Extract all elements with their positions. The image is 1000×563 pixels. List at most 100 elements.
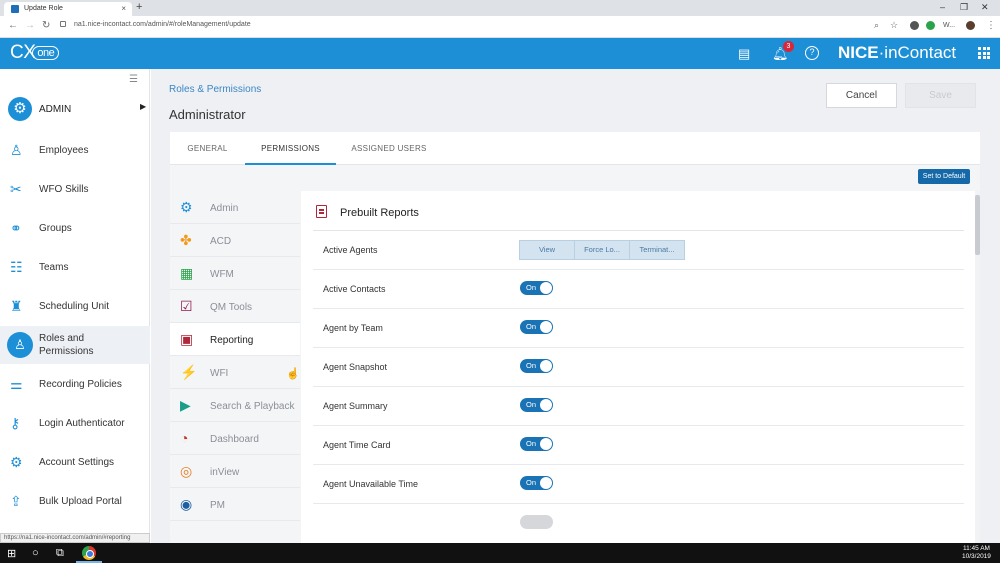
pm-icon: ◉ <box>180 496 193 512</box>
set-to-default-button[interactable]: Set to Default <box>918 169 970 184</box>
tools-icon: ✂ <box>10 181 22 197</box>
sidebar-item-label: Bulk Upload Portal <box>39 496 122 507</box>
tab-general[interactable]: GENERAL <box>170 132 245 165</box>
url-field[interactable]: na1.nice-incontact.com/admin/#/roleManag… <box>60 21 251 28</box>
sidebar-item-login-authenticator[interactable]: ⚷ Login Authenticator <box>0 404 150 443</box>
windows-start-icon[interactable]: ⊞ <box>7 547 16 560</box>
chrome-icon[interactable] <box>82 546 96 560</box>
back-icon[interactable]: ← <box>8 20 18 31</box>
category-wfi[interactable]: ⚡ WFI <box>170 356 300 389</box>
star-icon[interactable]: ☆ <box>890 20 898 31</box>
permission-toggle[interactable]: On <box>520 437 553 451</box>
force-logout-option-button[interactable]: Force Lo... <box>574 240 630 260</box>
label-line: Permissions <box>39 346 94 357</box>
category-acd[interactable]: ✤ ACD <box>170 224 300 257</box>
cancel-button[interactable]: Cancel <box>826 83 897 108</box>
permission-toggle[interactable] <box>520 515 553 529</box>
sidebar-admin-section[interactable]: ⚙ ADMIN ▶ <box>0 90 150 130</box>
category-list: ⚙ Admin ✤ ACD ▦ WFM ☑ QM Tools ▣ Reporti… <box>170 191 300 543</box>
reporting-icon: ▣ <box>180 331 194 347</box>
help-icon[interactable]: ? <box>805 46 819 60</box>
monitor-icon[interactable]: ▤ <box>738 46 750 62</box>
tab-title: Update Role <box>24 5 63 12</box>
logo-sub: one <box>32 45 60 60</box>
breadcrumb[interactable]: Roles & Permissions <box>169 84 261 95</box>
category-dashboard[interactable]: ◔ Dashboard <box>170 422 300 455</box>
profile-avatar[interactable] <box>966 21 975 30</box>
url-text: na1.nice-incontact.com/admin/#/roleManag… <box>74 21 251 28</box>
search-circle-icon[interactable]: ○ <box>32 547 39 559</box>
sidebar-item-label: Roles and Permissions <box>39 332 93 358</box>
sidebar-item-roles-and-permissions[interactable]: ♙ Roles and Permissions <box>0 326 150 364</box>
permission-segmented-control: View Force Lo... Terminat... <box>519 240 685 260</box>
wfi-icon: ⚡ <box>180 364 198 380</box>
permission-toggle[interactable]: On <box>520 359 553 373</box>
apps-grid-icon[interactable] <box>978 47 990 59</box>
permission-row-agent-unavailable-time: Agent Unavailable Time On <box>313 465 964 504</box>
admin-gear-icon: ⚙ <box>8 97 32 121</box>
category-admin[interactable]: ⚙ Admin <box>170 191 300 224</box>
new-tab-button[interactable]: + <box>136 1 142 13</box>
close-window-icon[interactable]: ✕ <box>981 2 989 13</box>
key-icon: ⚷ <box>10 415 21 431</box>
category-pm[interactable]: ◉ PM <box>170 488 300 521</box>
permission-row-agent-summary: Agent Summary On <box>313 387 964 426</box>
permission-toggle[interactable]: On <box>520 320 553 334</box>
tab-close-icon[interactable]: × <box>121 4 126 13</box>
collapse-sidebar-icon[interactable]: ☰ <box>129 74 138 85</box>
sidebar-item-label: Employees <box>39 145 89 156</box>
chevron-right-icon: ▶ <box>140 102 147 111</box>
category-label: WFM <box>210 269 234 280</box>
sidebar-item-scheduling-unit[interactable]: ♜ Scheduling Unit <box>0 287 150 326</box>
sidebar-item-bulk-upload-portal[interactable]: ⇪ Bulk Upload Portal <box>0 482 150 521</box>
profile-label: W... <box>943 22 956 29</box>
scrollbar-thumb[interactable] <box>975 195 980 255</box>
zoom-icon[interactable]: ⌕ <box>874 20 879 31</box>
sidebar-item-recording-policies[interactable]: ⚌ Recording Policies <box>0 365 150 404</box>
sidebar-item-account-settings[interactable]: ⚙ Account Settings <box>0 443 150 482</box>
sidebar-item-teams[interactable]: ☷ Teams <box>0 248 150 287</box>
category-inview[interactable]: ◎ inView <box>170 455 300 488</box>
prebuilt-reports-panel: Prebuilt Reports Active Agents View Forc… <box>301 191 980 543</box>
scheduling-icon: ♜ <box>10 298 23 314</box>
extension-icon[interactable] <box>926 21 935 30</box>
permission-toggle[interactable]: On <box>520 398 553 412</box>
task-view-icon[interactable]: ⧉ <box>56 547 64 560</box>
tab-assigned-users[interactable]: ASSIGNED USERS <box>336 132 442 165</box>
sidebar-item-wfo-skills[interactable]: ✂ WFO Skills <box>0 170 150 209</box>
toggle-knob <box>540 360 552 372</box>
forward-icon[interactable]: → <box>25 20 35 31</box>
save-button[interactable]: Save <box>905 83 976 108</box>
sidebar-item-label: Scheduling Unit <box>39 301 110 312</box>
terminate-option-button[interactable]: Terminat... <box>629 240 685 260</box>
maximize-icon[interactable]: ❐ <box>960 2 968 13</box>
sidebar-item-groups[interactable]: ⚭ Groups <box>0 209 150 248</box>
permission-row-agent-by-team: Agent by Team On <box>313 309 964 348</box>
category-reporting[interactable]: ▣ Reporting <box>170 323 300 356</box>
permission-row-agent-time-card: Agent Time Card On <box>313 426 964 465</box>
tab-bar: GENERAL PERMISSIONS ASSIGNED USERS <box>170 132 980 165</box>
reload-icon[interactable]: ↻ <box>42 20 50 31</box>
category-wfm[interactable]: ▦ WFM <box>170 257 300 290</box>
sidebar-item-employees[interactable]: ♙ Employees <box>0 131 150 170</box>
system-clock[interactable]: 11:45 AM 10/3/2019 <box>962 545 991 561</box>
browser-tab[interactable]: Update Role × <box>4 2 132 16</box>
sidebar-item-label: WFO Skills <box>39 184 89 195</box>
category-search-playback[interactable]: ▶ Search & Playback <box>170 389 300 422</box>
permission-toggle[interactable]: On <box>520 476 553 490</box>
permission-name: Agent Summary <box>323 401 388 411</box>
permission-toggle[interactable]: On <box>520 281 553 295</box>
category-qm-tools[interactable]: ☑ QM Tools <box>170 290 300 323</box>
view-option-button[interactable]: View <box>519 240 575 260</box>
browser-menu-icon[interactable]: ⋮ <box>986 20 996 31</box>
tab-permissions[interactable]: PERMISSIONS <box>245 132 336 165</box>
dashboard-icon: ◔ <box>180 430 189 446</box>
nice-incontact-brand: NICE·inContact <box>838 43 956 63</box>
clock-time: 11:45 AM <box>962 545 990 552</box>
cxone-logo[interactable]: CX one <box>10 42 60 64</box>
extension-icon[interactable] <box>910 21 919 30</box>
minimize-icon[interactable]: – <box>940 2 945 12</box>
toggle-label: On <box>526 400 537 409</box>
category-label: Search & Playback <box>210 401 295 412</box>
brand-main: NICE <box>838 43 879 62</box>
